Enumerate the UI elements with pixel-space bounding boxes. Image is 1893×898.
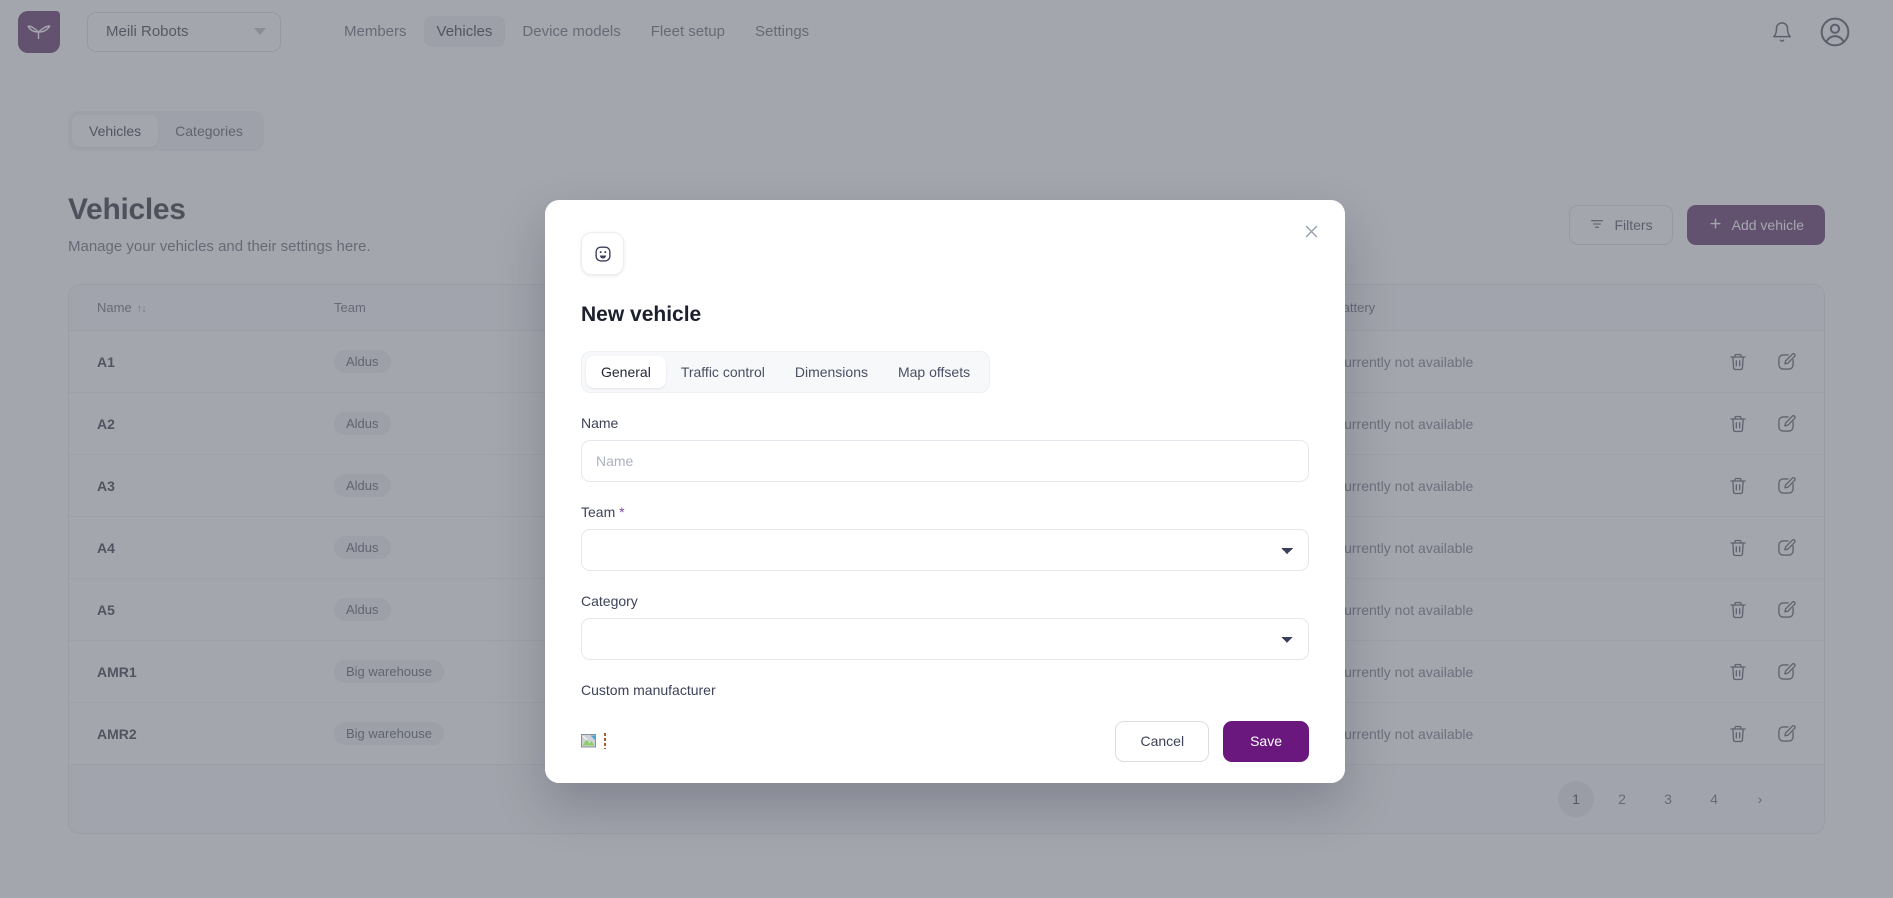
custom-manufacturer-label: Custom manufacturer [581,682,716,698]
save-button[interactable]: Save [1223,720,1309,762]
field-name: Name [581,415,1309,482]
modal-tab-general[interactable]: General [586,356,666,388]
team-label: Team * [581,504,1309,520]
text-cursor-icon [604,733,606,749]
modal-footer: Cancel Save [545,699,1345,783]
category-select[interactable] [581,618,1309,660]
field-team: Team * [581,504,1309,571]
modal-title: New vehicle [581,303,702,326]
team-label-text: Team [581,504,616,520]
team-required-marker: * [619,504,625,520]
name-input[interactable] [581,440,1309,482]
broken-image-icon [581,733,598,750]
field-custom-manufacturer: Custom manufacturer [581,682,1309,699]
robot-face-icon [581,232,624,275]
modal-tab-traffic-control[interactable]: Traffic control [666,356,780,388]
modal-footer-actions: Cancel Save [1115,720,1309,762]
cancel-button[interactable]: Cancel [1115,720,1210,762]
category-label: Category [581,593,638,609]
field-category: Category [581,593,1309,660]
team-select[interactable] [581,529,1309,571]
new-vehicle-modal: New vehicle General Traffic control Dime… [545,200,1345,783]
modal-tab-dimensions[interactable]: Dimensions [780,356,883,388]
footer-left-slot [581,733,606,750]
name-label: Name [581,415,619,431]
modal-body: New vehicle General Traffic control Dime… [545,200,1345,699]
modal-tab-map-offsets[interactable]: Map offsets [883,356,985,388]
modal-tabs: General Traffic control Dimensions Map o… [581,351,991,393]
